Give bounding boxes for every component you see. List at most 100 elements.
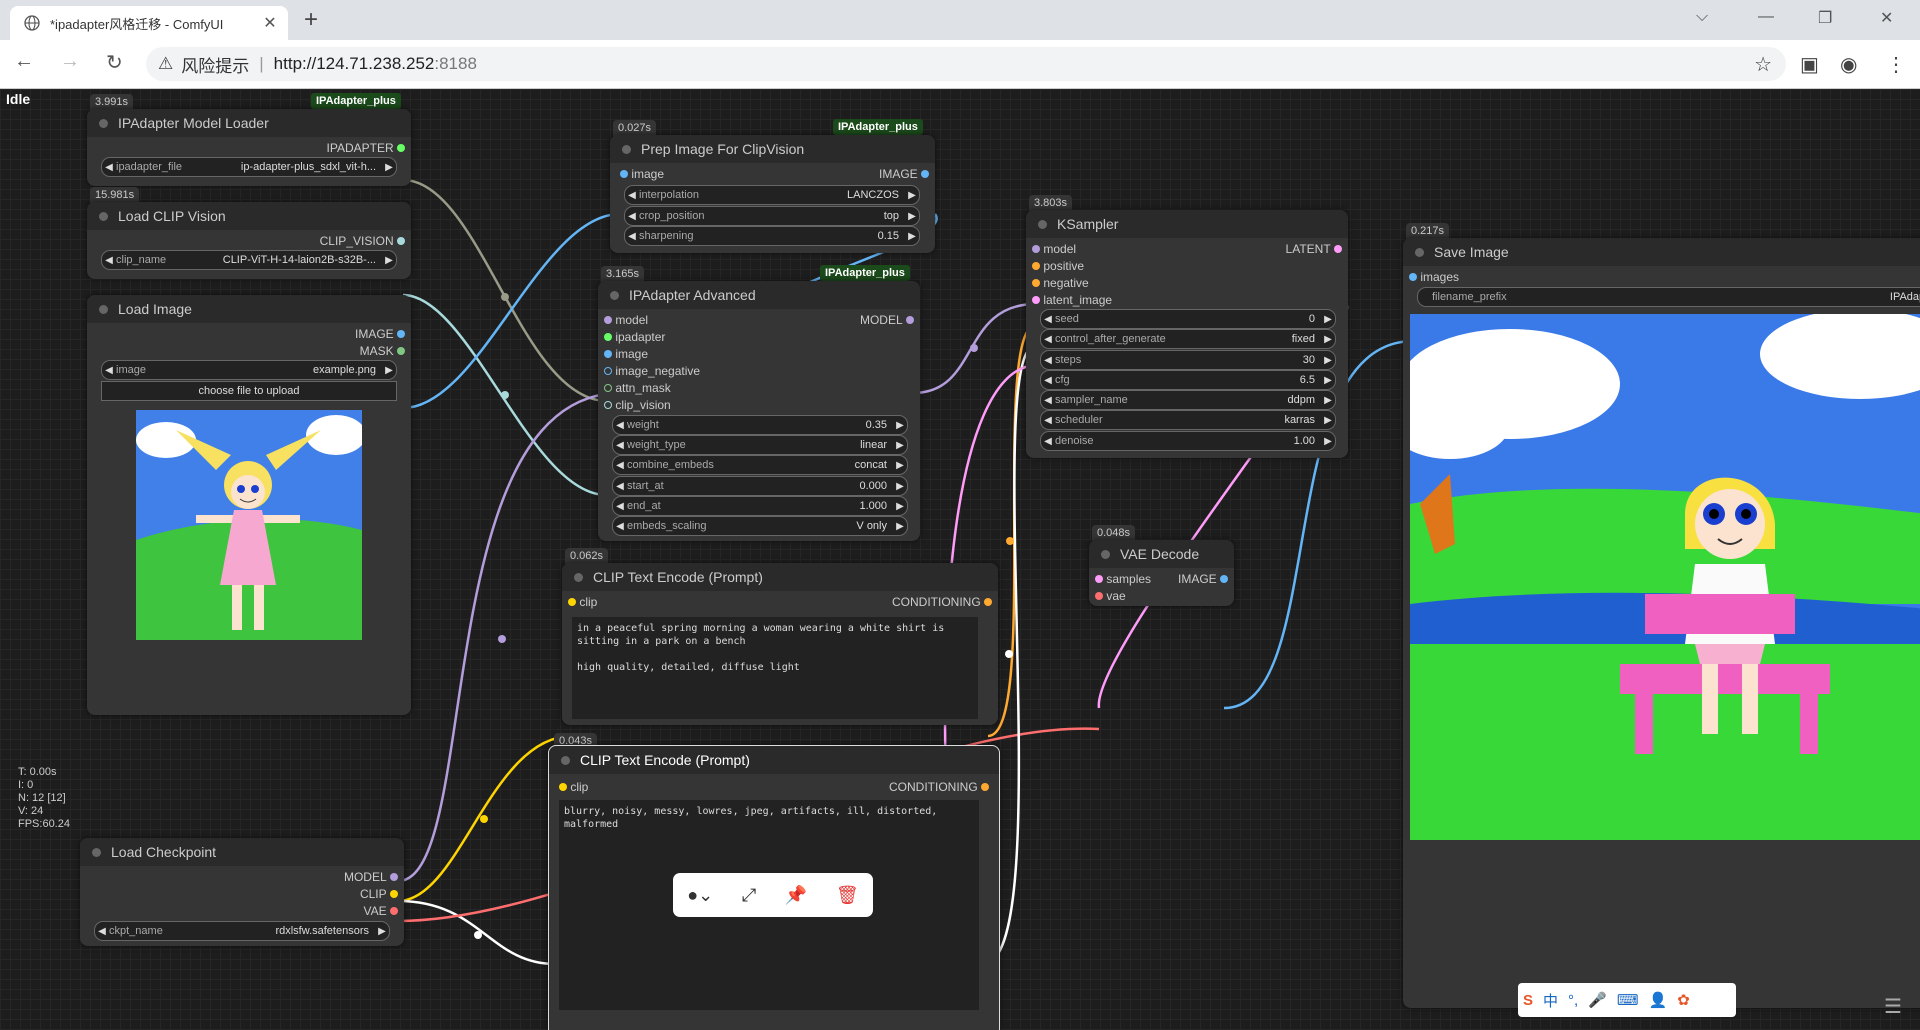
upload-button[interactable]: choose file to upload (101, 381, 397, 401)
collapse-dot-icon[interactable] (99, 211, 108, 221)
arrow-left-icon[interactable]: ◀ (625, 190, 639, 201)
input-clip[interactable]: clip (568, 595, 597, 609)
browser-tab[interactable]: *ipadapter风格迁移 - ComfyUI ✕ (10, 6, 288, 40)
widget-denoise[interactable]: ◀ denoise 1.00 ▶ (1040, 431, 1336, 451)
arrow-left-icon[interactable]: ◀ (1041, 355, 1055, 366)
collapse-dot-icon[interactable] (1038, 219, 1047, 229)
arrow-left-icon[interactable]: ◀ (1041, 375, 1055, 386)
arrow-left-icon[interactable]: ◀ (1041, 395, 1055, 406)
arrow-left-icon[interactable]: ◀ (102, 365, 116, 376)
address-bar[interactable]: ⚠ 风险提示 | http://124.71.238.252 :8188 ☆ (146, 47, 1786, 81)
ime-user-icon[interactable]: 👤 (1649, 991, 1668, 1009)
output-clip-vision[interactable]: CLIP_VISION (320, 234, 405, 248)
widget-ckpt-name[interactable]: ◀ ckpt_name rdxlsfw.safetensors ▶ (94, 921, 390, 941)
input-image-negative[interactable]: image_negative (604, 364, 700, 378)
pin-icon[interactable]: 📌 (785, 885, 807, 906)
node-save-image[interactable]: Save Image images filename_prefix IPAdapt… (1403, 238, 1920, 1008)
arrow-left-icon[interactable]: ◀ (1041, 334, 1055, 345)
input-latent-image[interactable]: latent_image (1032, 293, 1112, 307)
input-image[interactable]: image (604, 347, 648, 361)
arrow-right-icon[interactable]: ▶ (893, 521, 907, 532)
output-model[interactable]: MODEL (860, 313, 914, 327)
ime-punctuation-icon[interactable]: °, (1568, 992, 1578, 1009)
arrow-right-icon[interactable]: ▶ (1321, 355, 1335, 366)
arrow-left-icon[interactable]: ◀ (102, 162, 116, 173)
arrow-left-icon[interactable]: ◀ (613, 501, 627, 512)
security-label[interactable]: 风险提示 (181, 52, 249, 77)
widget-end-at[interactable]: ◀ end_at 1.000 ▶ (612, 496, 908, 516)
arrow-right-icon[interactable]: ▶ (893, 420, 907, 431)
widget-interpolation[interactable]: ◀ interpolation LANCZOS ▶ (624, 185, 920, 205)
arrow-right-icon[interactable]: ▶ (1321, 436, 1335, 447)
arrow-right-icon[interactable]: ▶ (905, 190, 919, 201)
bookmark-star-icon[interactable]: ☆ (1754, 52, 1772, 77)
arrow-right-icon[interactable]: ▶ (893, 440, 907, 451)
input-negative[interactable]: negative (1032, 276, 1089, 290)
widget-sharpening[interactable]: ◀ sharpening 0.15 ▶ (624, 226, 920, 246)
widget-weight[interactable]: ◀ weight 0.35 ▶ (612, 415, 908, 435)
input-positive[interactable]: positive (1032, 259, 1084, 273)
forward-icon[interactable]: → (60, 50, 80, 73)
arrow-right-icon[interactable]: ▶ (893, 460, 907, 471)
input-vae[interactable]: vae (1095, 589, 1126, 603)
back-icon[interactable]: ← (14, 50, 34, 73)
arrow-left-icon[interactable]: ◀ (613, 481, 627, 492)
output-model[interactable]: MODEL (344, 870, 398, 884)
widget-embeds-scaling[interactable]: ◀ embeds_scaling V only ▶ (612, 516, 908, 536)
input-attn-mask[interactable]: attn_mask (604, 381, 671, 395)
node-load-clip-vision[interactable]: Load CLIP Vision CLIP_VISION ◀ clip_name C… (87, 202, 411, 279)
profile-avatar-icon[interactable]: ◉ (1840, 52, 1857, 77)
collapse-dot-icon[interactable] (610, 290, 619, 300)
node-load-checkpoint[interactable]: Load Checkpoint MODEL CLIP VAE ◀ ckpt_nam… (80, 838, 404, 946)
node-vae-decode[interactable]: VAE Decode samples vae IMAGE (1089, 540, 1234, 606)
input-clip-vision[interactable]: clip_vision (604, 398, 671, 412)
tab-search-icon[interactable]: ⌵ (1696, 8, 1708, 26)
positive-prompt-textarea[interactable]: in a peaceful spring morning a woman wea… (572, 617, 978, 719)
collapse-dot-icon[interactable] (92, 847, 101, 857)
arrow-left-icon[interactable]: ◀ (1041, 314, 1055, 325)
arrow-left-icon[interactable]: ◀ (625, 231, 639, 242)
arrow-right-icon[interactable]: ▶ (382, 162, 396, 173)
arrow-left-icon[interactable]: ◀ (613, 521, 627, 532)
arrow-left-icon[interactable]: ◀ (613, 420, 627, 431)
arrow-right-icon[interactable]: ▶ (905, 231, 919, 242)
input-clip[interactable]: clip (559, 780, 588, 794)
widget-combine-embeds[interactable]: ◀ combine_embeds concat ▶ (612, 455, 908, 475)
sidebar-icon[interactable]: ▣ (1800, 52, 1819, 77)
reload-icon[interactable]: ↻ (106, 50, 123, 75)
collapse-dot-icon[interactable] (99, 304, 108, 314)
input-model[interactable]: model (604, 313, 648, 327)
output-ipadapter[interactable]: IPADAPTER (327, 141, 405, 155)
output-latent[interactable]: LATENT (1286, 242, 1342, 256)
arrow-right-icon[interactable]: ▶ (1321, 375, 1335, 386)
output-image[interactable]: IMAGE (355, 327, 405, 341)
node-graph-canvas[interactable]: Idle 3.991s IPAdapter_plus IPAdapter Mod… (0, 89, 1920, 1030)
collapse-dot-icon[interactable] (1415, 247, 1424, 257)
arrow-right-icon[interactable]: ▶ (1321, 415, 1335, 426)
arrow-right-icon[interactable]: ▶ (893, 481, 907, 492)
ime-mic-icon[interactable]: 🎤 (1588, 991, 1607, 1009)
delete-icon[interactable]: 🗑 (836, 885, 859, 906)
widget-ipadapter-file[interactable]: ◀ ipadapter_file ip-adapter-plus_sdxl_vit-… (101, 157, 397, 177)
ime-chinese-icon[interactable]: 中 (1543, 990, 1558, 1011)
minimize-icon[interactable]: — (1758, 8, 1774, 26)
arrow-right-icon[interactable]: ▶ (1321, 334, 1335, 345)
window-close-icon[interactable]: ✕ (1880, 8, 1893, 28)
widget-cfg[interactable]: ◀ cfg 6.5 ▶ (1040, 370, 1336, 390)
color-picker-icon[interactable]: ●⌄ (687, 885, 713, 906)
widget-start-at[interactable]: ◀ start_at 0.000 ▶ (612, 476, 908, 496)
arrow-left-icon[interactable]: ◀ (625, 211, 639, 222)
arrow-right-icon[interactable]: ▶ (905, 211, 919, 222)
output-image[interactable]: IMAGE (1178, 572, 1228, 586)
widget-filename-prefix[interactable]: filename_prefix IPAdapter (1417, 287, 1920, 307)
input-model[interactable]: model (1032, 242, 1076, 256)
node-prep-image-clipvision[interactable]: Prep Image For ClipVision image IMAGE ◀ i… (610, 135, 935, 253)
input-ipadapter[interactable]: ipadapter (604, 330, 665, 344)
output-clip[interactable]: CLIP (360, 887, 398, 901)
node-ipadapter-model-loader[interactable]: IPAdapter Model Loader IPADAPTER ◀ ipadap… (87, 109, 411, 186)
arrow-left-icon[interactable]: ◀ (95, 926, 109, 937)
widget-seed[interactable]: ◀ seed 0 ▶ (1040, 309, 1336, 329)
arrow-right-icon[interactable]: ▶ (1321, 395, 1335, 406)
ime-skin-icon[interactable]: ✿ (1677, 991, 1690, 1009)
output-mask[interactable]: MASK (360, 344, 405, 358)
